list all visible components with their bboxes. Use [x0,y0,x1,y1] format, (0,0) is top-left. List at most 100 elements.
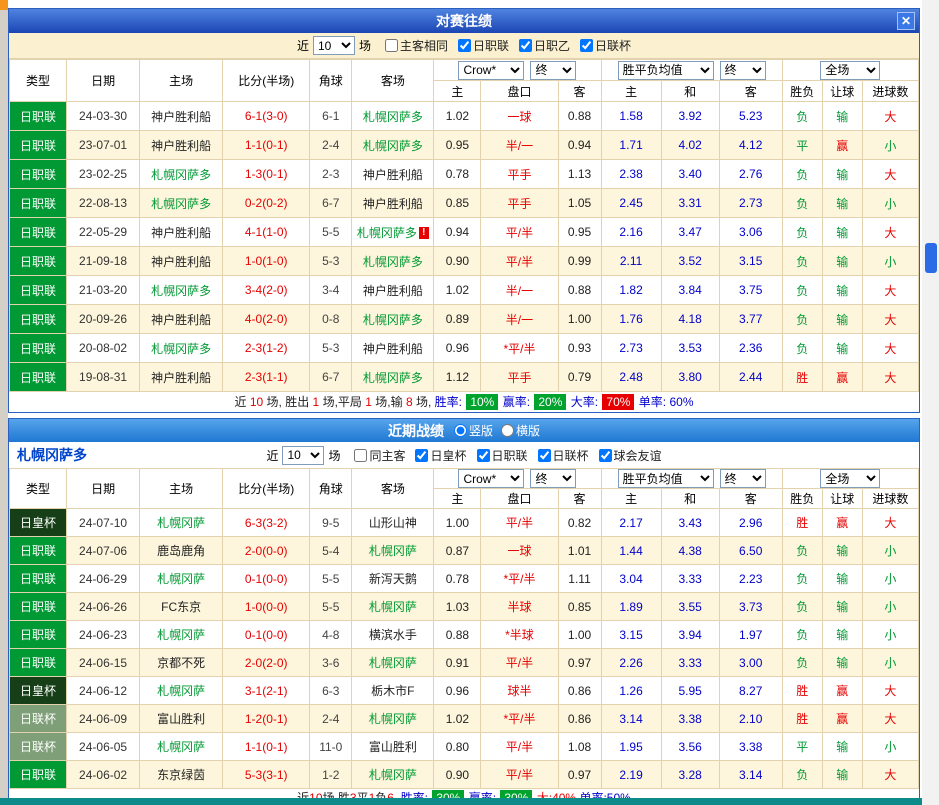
euro-draw-odds: 3.33 [661,649,719,677]
scrollbar-track[interactable] [922,0,939,805]
h2h-count-select[interactable]: 10 [313,36,355,55]
recent-asian-final-select[interactable]: 终 [530,469,576,488]
recent-euro-avg-select[interactable]: 胜平负均值 [618,469,714,488]
match-row: 日联杯24-06-05札幌冈萨1-1(0-1)11-0富山胜利0.80平/半1.… [10,733,919,761]
recent-provider-select[interactable]: Crow* [458,469,524,488]
filter-checkbox[interactable] [538,449,551,462]
result-wdl: 胜 [782,705,822,733]
asian-away-odds: 0.94 [558,131,601,160]
filter-option[interactable]: 日联杯 [580,37,631,54]
h2h-euro-final-select[interactable]: 终 [720,61,766,80]
filter-checkbox[interactable] [385,39,398,52]
col-date: 日期 [67,469,140,509]
col-euro-away: 客 [719,81,782,102]
result-wdl: 负 [782,247,822,276]
corner-count: 5-5 [310,218,352,247]
euro-home-odds: 2.38 [601,160,661,189]
stat-text: 大率: [571,395,602,409]
euro-home-odds: 1.95 [601,733,661,761]
match-row: 日职联23-02-25札幌冈萨多1-3(0-1)2-3神户胜利船0.78平手1.… [10,160,919,189]
filter-option[interactable]: 日职联 [477,447,528,464]
filter-option[interactable]: 日皇杯 [415,447,466,464]
euro-away-odds: 2.73 [719,189,782,218]
corner-count: 2-4 [310,131,352,160]
euro-away-odds: 2.76 [719,160,782,189]
asian-handicap: 半/一 [481,305,558,334]
view-option[interactable]: 竖版 [454,422,493,439]
recent-count-select[interactable]: 10 [282,446,324,465]
league-badge: 日职联 [10,131,67,160]
col-home: 主场 [140,60,223,102]
asian-home-odds: 1.02 [434,705,481,733]
filter-option[interactable]: 球会友谊 [599,447,662,464]
home-team: 东京绿茵 [140,761,223,789]
filter-checkbox[interactable] [458,39,471,52]
recent-table: 类型 日期 主场 比分(半场) 角球 客场 Crow* 终 [9,468,919,789]
score-halftime: 0-2(0-2) [223,189,310,218]
stat-badge: 70% [602,394,634,410]
filter-checkbox[interactable] [477,449,490,462]
filter-option[interactable]: 日联杯 [538,447,589,464]
score-halftime: 4-1(1-0) [223,218,310,247]
home-team: 札幌冈萨多 [140,189,223,218]
scrollbar-thumb[interactable] [925,243,937,273]
filter-option[interactable]: 主客相同 [385,37,448,54]
asian-handicap: 半/一 [481,276,558,305]
euro-draw-odds: 3.80 [661,363,719,392]
asian-handicap: 球半 [481,677,558,705]
euro-away-odds: 3.38 [719,733,782,761]
view-label: 横版 [516,422,540,439]
euro-home-odds: 1.82 [601,276,661,305]
result-goals: 大 [862,305,918,334]
asian-handicap: 平/半 [481,733,558,761]
view-radio[interactable] [454,424,467,437]
h2h-asian-final-select[interactable]: 终 [530,61,576,80]
euro-home-odds: 1.71 [601,131,661,160]
result-handicap: 输 [822,189,862,218]
asian-handicap: 平/半 [481,509,558,537]
asian-handicap: 半球 [481,593,558,621]
score-halftime: 3-1(2-1) [223,677,310,705]
close-button[interactable]: ✕ [897,12,915,30]
col-home: 主场 [140,469,223,509]
asian-away-odds: 0.95 [558,218,601,247]
recent-euro-final-select[interactable]: 终 [720,469,766,488]
away-team: 札幌冈萨 [352,761,434,789]
asian-home-odds: 1.03 [434,593,481,621]
near-label: 近 [297,37,309,54]
result-wdl: 负 [782,305,822,334]
stat-badge: 20% [534,394,566,410]
filter-label: 日职乙 [534,37,570,54]
league-badge: 日皇杯 [10,509,67,537]
match-row: 日职联23-07-01神户胜利船1-1(0-1)2-4札幌冈萨多0.95半/一0… [10,131,919,160]
home-team: 札幌冈萨多 [140,276,223,305]
view-radio[interactable] [501,424,514,437]
corner-count: 5-3 [310,247,352,276]
asian-home-odds: 0.96 [434,334,481,363]
result-handicap: 输 [822,565,862,593]
filter-checkbox[interactable] [354,449,367,462]
filter-option[interactable]: 日职联 [458,37,509,54]
filter-option[interactable]: 日职乙 [519,37,570,54]
filter-checkbox[interactable] [519,39,532,52]
filter-checkbox[interactable] [599,449,612,462]
filter-checkbox[interactable] [415,449,428,462]
euro-home-odds: 3.04 [601,565,661,593]
euro-away-odds: 3.06 [719,218,782,247]
corner-count: 5-4 [310,537,352,565]
match-date: 24-06-29 [67,565,140,593]
view-option[interactable]: 横版 [501,422,540,439]
match-row: 日职联24-06-15京都不死2-0(2-0)3-6札幌冈萨0.91平/半0.9… [10,649,919,677]
filter-option[interactable]: 同主客 [354,447,405,464]
h2h-euro-avg-select[interactable]: 胜平负均值 [618,61,714,80]
euro-home-odds: 2.19 [601,761,661,789]
home-team: 札幌冈萨 [140,621,223,649]
col-corner: 角球 [310,60,352,102]
h2h-provider-select[interactable]: Crow* [458,61,524,80]
asian-away-odds: 1.05 [558,189,601,218]
filter-checkbox[interactable] [580,39,593,52]
recent-scope-select[interactable]: 全场 [820,469,880,488]
league-badge: 日联杯 [10,705,67,733]
result-goals: 大 [862,509,918,537]
h2h-scope-select[interactable]: 全场 [820,61,880,80]
